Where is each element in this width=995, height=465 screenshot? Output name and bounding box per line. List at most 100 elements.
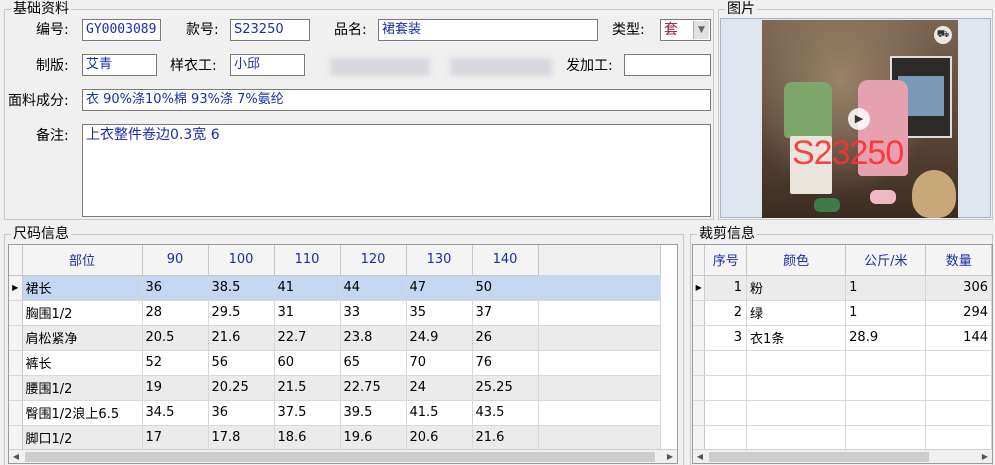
table-cell[interactable]: 44 <box>340 275 407 301</box>
table-cell[interactable]: 50 <box>472 275 539 301</box>
table-cell[interactable]: 1 <box>704 275 748 301</box>
table-cell[interactable]: 306 <box>925 275 992 301</box>
table-row[interactable]: 臀围1/2浪上6.5 34.5 36 37.5 39.5 41.5 43.5 <box>9 400 661 426</box>
table-cell[interactable]: 25.25 <box>472 375 539 401</box>
table-cell[interactable]: 29.5 <box>208 300 275 326</box>
table-cell[interactable]: 39.5 <box>340 400 407 426</box>
chevron-down-icon[interactable]: ▼ <box>693 21 709 39</box>
size-grid[interactable]: 部位 90 100 110 120 130 140 ▶ 裙长 36 38.5 4… <box>8 244 678 464</box>
table-cell[interactable]: 21.5 <box>274 375 341 401</box>
table-cell[interactable]: 胸围1/2 <box>22 300 143 326</box>
table-cell[interactable]: 38.5 <box>208 275 275 301</box>
table-cell[interactable]: 26 <box>472 325 539 351</box>
column-header[interactable]: 110 <box>274 245 341 276</box>
table-cell[interactable]: 76 <box>472 350 539 376</box>
column-header[interactable]: 数量 <box>925 245 992 276</box>
table-cell[interactable]: 36 <box>208 400 275 426</box>
table-cell[interactable]: 52 <box>142 350 209 376</box>
table-cell[interactable]: 裤长 <box>22 350 143 376</box>
table-cell[interactable]: 41.5 <box>406 400 473 426</box>
table-cell[interactable]: 17 <box>142 425 209 451</box>
table-row[interactable]: ▶ 1 粉 1 306 <box>693 275 992 301</box>
table-cell[interactable]: 23.8 <box>340 325 407 351</box>
column-header[interactable]: 90 <box>142 245 209 276</box>
table-cell[interactable]: 37 <box>472 300 539 326</box>
size-grid-hscrollbar[interactable]: ◀ ▶ <box>9 449 677 463</box>
table-row[interactable]: 肩松紧净 20.5 21.6 22.7 23.8 24.9 26 <box>9 325 661 351</box>
table-row[interactable]: 腰围1/2 19 20.25 21.5 22.75 24 25.25 <box>9 375 661 401</box>
table-cell[interactable]: 19 <box>142 375 209 401</box>
table-cell[interactable]: 43.5 <box>472 400 539 426</box>
play-icon[interactable]: ▶ <box>848 108 870 130</box>
table-cell[interactable]: 2 <box>704 300 748 326</box>
name-field[interactable]: 裙套装 <box>378 19 598 41</box>
maker-field[interactable]: 艾青 <box>82 54 157 76</box>
scroll-right-icon[interactable]: ▶ <box>978 450 992 463</box>
table-cell[interactable]: 20.5 <box>142 325 209 351</box>
table-cell[interactable]: 56 <box>208 350 275 376</box>
table-cell[interactable]: 65 <box>340 350 407 376</box>
table-cell[interactable]: 22.7 <box>274 325 341 351</box>
outsource-field[interactable] <box>624 54 711 76</box>
cut-grid-hscrollbar[interactable]: ◀ ▶ <box>693 449 992 463</box>
scroll-left-icon[interactable]: ◀ <box>693 450 707 463</box>
table-cell[interactable]: 60 <box>274 350 341 376</box>
table-row[interactable]: 3 衣1条 28.9 144 <box>693 325 992 351</box>
table-cell[interactable]: 脚口1/2 <box>22 425 143 451</box>
table-cell[interactable]: 17.8 <box>208 425 275 451</box>
column-header[interactable]: 部位 <box>22 245 143 276</box>
table-cell[interactable]: 37.5 <box>274 400 341 426</box>
table-cell[interactable]: 22.75 <box>340 375 407 401</box>
table-cell[interactable]: 28.9 <box>845 325 927 351</box>
table-cell[interactable]: 34.5 <box>142 400 209 426</box>
table-row[interactable]: 2 绿 1 294 <box>693 300 992 326</box>
column-header[interactable]: 140 <box>472 245 539 276</box>
table-cell[interactable]: 裙长 <box>22 275 143 301</box>
table-cell[interactable]: 20.25 <box>208 375 275 401</box>
table-cell[interactable]: 臀围1/2浪上6.5 <box>22 400 143 426</box>
fabric-field[interactable]: 衣 90%涤10%棉 93%涤 7%氨纶 <box>82 89 711 111</box>
column-header[interactable]: 120 <box>340 245 407 276</box>
column-header[interactable]: 序号 <box>704 245 748 276</box>
table-cell[interactable]: 24.9 <box>406 325 473 351</box>
table-cell[interactable]: 35 <box>406 300 473 326</box>
table-cell[interactable]: 21.6 <box>472 425 539 451</box>
code-field[interactable]: GY0003089 <box>82 19 161 41</box>
table-cell[interactable]: 3 <box>704 325 748 351</box>
table-cell[interactable]: 18.6 <box>274 425 341 451</box>
product-photo[interactable]: S23250 ▶ ⛟ <box>762 20 958 218</box>
scroll-left-icon[interactable]: ◀ <box>9 450 23 463</box>
table-row[interactable]: ▶ 裙长 36 38.5 41 44 47 50 <box>9 275 661 301</box>
table-cell[interactable]: 1 <box>845 275 927 301</box>
table-cell[interactable]: 28 <box>142 300 209 326</box>
table-cell[interactable]: 31 <box>274 300 341 326</box>
table-cell[interactable]: 294 <box>925 300 992 326</box>
table-cell[interactable]: 20.6 <box>406 425 473 451</box>
sample-field[interactable]: 小邱 <box>230 54 305 76</box>
table-cell[interactable]: 21.6 <box>208 325 275 351</box>
table-row[interactable]: 裤长 52 56 60 65 70 76 <box>9 350 661 376</box>
note-field[interactable]: 上衣整件卷边0.3宽 6 <box>82 124 711 217</box>
type-select[interactable]: 套 ▼ <box>660 19 711 41</box>
style-field[interactable]: S23250 <box>230 19 310 41</box>
table-cell[interactable]: 47 <box>406 275 473 301</box>
table-cell[interactable]: 1 <box>845 300 927 326</box>
table-cell[interactable]: 肩松紧净 <box>22 325 143 351</box>
table-row[interactable]: 胸围1/2 28 29.5 31 33 35 37 <box>9 300 661 326</box>
table-cell[interactable]: 33 <box>340 300 407 326</box>
table-cell[interactable]: 41 <box>274 275 341 301</box>
table-cell[interactable]: 衣1条 <box>746 325 847 351</box>
column-header[interactable]: 130 <box>406 245 473 276</box>
column-header[interactable]: 颜色 <box>746 245 847 276</box>
table-row[interactable]: 脚口1/2 17 17.8 18.6 19.6 20.6 21.6 <box>9 425 661 451</box>
table-cell[interactable]: 绿 <box>746 300 847 326</box>
scroll-right-icon[interactable]: ▶ <box>663 450 677 463</box>
column-header[interactable]: 公斤/米 <box>845 245 927 276</box>
table-cell[interactable]: 粉 <box>746 275 847 301</box>
scroll-thumb[interactable] <box>709 452 929 462</box>
table-cell[interactable]: 腰围1/2 <box>22 375 143 401</box>
table-cell[interactable]: 144 <box>925 325 992 351</box>
table-cell[interactable]: 36 <box>142 275 209 301</box>
cart-icon[interactable]: ⛟ <box>934 26 952 44</box>
cut-grid[interactable]: 序号 颜色 公斤/米 数量 ▶ 1 粉 1 306 2 绿 1 294 3 衣1… <box>692 244 993 464</box>
